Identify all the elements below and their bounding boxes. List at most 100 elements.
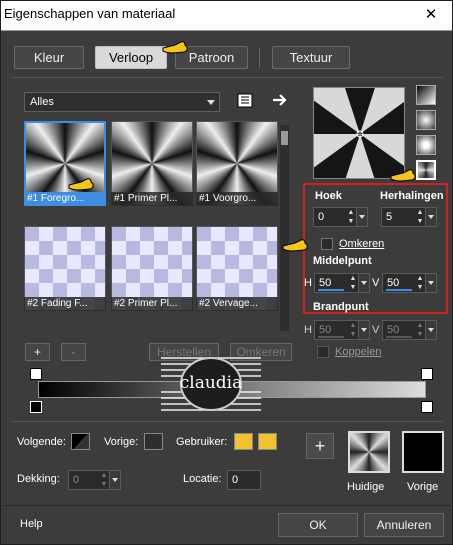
dekking-value: 0 xyxy=(73,474,80,486)
gradient-thumbnail[interactable]: #2 Vervage... xyxy=(196,226,278,311)
bottom-right-stop-marker[interactable] xyxy=(421,401,433,413)
brandpunt-h-value: 50 xyxy=(319,324,332,336)
spinner-arrows-icon[interactable]: ▲ ▼ xyxy=(415,274,425,292)
locatie-label: Locatie: xyxy=(183,473,222,485)
radial-style-button[interactable] xyxy=(416,160,436,180)
divider-middle xyxy=(11,421,443,422)
brandpunt-v-spinner[interactable]: 50 ▲ ▼ xyxy=(382,320,437,340)
middelpunt-v-value: 50 xyxy=(387,277,400,289)
middelpunt-h-value: 50 xyxy=(319,277,332,289)
brandpunt-label: Brandpunt xyxy=(313,301,369,313)
linear-style-button[interactable] xyxy=(416,85,436,105)
vorige-swatch[interactable] xyxy=(144,433,163,450)
gradient-thumbnail[interactable]: #1 Primer Pl... xyxy=(111,121,193,206)
gebruiker-swatch-1[interactable] xyxy=(234,433,253,450)
dekking-label: Dekking: xyxy=(17,473,60,485)
koppelen-label: Koppelen xyxy=(335,346,382,358)
chevron-down-icon[interactable] xyxy=(109,471,120,489)
middelpunt-v-spinner[interactable]: 50 ▲ ▼ xyxy=(382,273,437,293)
gradient-thumbnail-label: #2 Fading F... xyxy=(24,297,106,311)
chevron-down-icon[interactable] xyxy=(425,321,436,339)
herhalingen-spinner[interactable]: 5 ▲ ▼ xyxy=(381,207,437,227)
gradient-thumbnail-label: #2 Primer Pl... xyxy=(111,297,193,311)
locatie-value: 0 xyxy=(232,474,239,486)
material-properties-dialog: Eigenschappen van materiaal ✕ Kleur Verl… xyxy=(0,0,453,545)
brandpunt-h-label: H xyxy=(304,324,312,336)
middelpunt-v-slider-fill xyxy=(386,289,412,291)
volgende-label: Volgende: xyxy=(17,436,66,448)
spinner-arrows-icon[interactable]: ▲ ▼ xyxy=(348,274,358,292)
remove-stop-button[interactable]: - xyxy=(61,343,86,361)
tab-verloop[interactable]: Verloop xyxy=(95,46,167,69)
middelpunt-v-label: V xyxy=(372,277,380,289)
spinner-arrows-icon[interactable]: ▲ ▼ xyxy=(346,208,356,226)
title-bar: Eigenschappen van materiaal ✕ xyxy=(1,1,452,31)
gradient-thumbnail-label: #1 Foregro... xyxy=(24,192,106,206)
tab-textuur[interactable]: Textuur xyxy=(272,46,350,69)
vorige-swatch-label: Vorige xyxy=(407,481,439,493)
chevron-down-icon[interactable] xyxy=(358,321,369,339)
gradient-library-icon[interactable] xyxy=(237,93,253,108)
gradient-thumbnail-label: #2 Vervage... xyxy=(196,297,278,311)
vorige-swatch-large[interactable] xyxy=(402,431,444,473)
middelpunt-h-spinner[interactable]: 50 ▲ ▼ xyxy=(314,273,370,293)
locatie-field[interactable]: 0 xyxy=(227,470,261,490)
hoek-spinner[interactable]: 0 ▲ ▼ xyxy=(313,207,368,227)
huidige-swatch[interactable] xyxy=(348,431,390,473)
chevron-down-icon xyxy=(207,100,215,105)
watermark-text: claudia xyxy=(179,373,243,393)
tab-kleur[interactable]: Kleur xyxy=(14,46,84,69)
top-right-stop-marker[interactable] xyxy=(421,368,433,380)
category-dropdown[interactable]: Alles xyxy=(24,92,220,112)
bottom-left-stop-marker[interactable] xyxy=(30,401,42,413)
window-title: Eigenschappen van materiaal xyxy=(4,6,176,21)
herhalingen-value: 5 xyxy=(386,211,393,223)
chevron-down-icon[interactable] xyxy=(425,208,436,226)
gallery-scrollbar[interactable] xyxy=(280,125,289,331)
brandpunt-h-slider-fill xyxy=(318,336,344,338)
spinner-arrows-icon[interactable]: ▲ ▼ xyxy=(99,471,109,489)
brandpunt-v-label: V xyxy=(372,324,380,336)
chevron-down-icon[interactable] xyxy=(356,208,367,226)
hoek-label: Hoek xyxy=(315,190,342,202)
gradient-thumbnail-label: #1 Voorgro... xyxy=(196,192,278,206)
hoek-value: 0 xyxy=(318,211,325,223)
dekking-spinner[interactable]: 0 ▲ ▼ xyxy=(68,470,121,490)
middelpunt-label: Middelpunt xyxy=(313,255,372,267)
annuleren-button[interactable]: Annuleren xyxy=(364,513,444,537)
help-link[interactable]: Help xyxy=(20,518,43,530)
brandpunt-v-slider-fill xyxy=(386,336,412,338)
chevron-down-icon[interactable] xyxy=(358,274,369,292)
close-icon[interactable]: ✕ xyxy=(416,4,446,26)
middelpunt-h-label: H xyxy=(304,277,312,289)
koppelen-checkbox[interactable] xyxy=(317,346,329,358)
add-stop-button[interactable]: + xyxy=(25,343,50,361)
huidige-label: Huidige xyxy=(347,481,385,493)
gebruiker-label: Gebruiker: xyxy=(176,436,228,448)
omkeren-checkbox[interactable] xyxy=(321,238,333,250)
spinner-arrows-icon[interactable]: ▲ ▼ xyxy=(415,208,425,226)
volgende-swatch[interactable] xyxy=(71,433,90,450)
herhalingen-label: Herhalingen xyxy=(380,190,444,202)
brandpunt-h-spinner[interactable]: 50 ▲ ▼ xyxy=(314,320,370,340)
chevron-down-icon[interactable] xyxy=(425,274,436,292)
gradient-thumbnail[interactable]: #2 Fading F... xyxy=(24,226,106,311)
add-swatch-button[interactable]: + xyxy=(306,433,334,459)
middelpunt-h-slider-fill xyxy=(318,289,344,291)
gradient-thumbnail-label: #1 Primer Pl... xyxy=(111,192,193,206)
brandpunt-v-value: 50 xyxy=(387,324,400,336)
omkeren-label: Omkeren xyxy=(339,238,385,250)
ok-button[interactable]: OK xyxy=(278,513,358,537)
spinner-arrows-icon[interactable]: ▲ ▼ xyxy=(415,321,425,339)
gradient-thumbnail[interactable]: #1 Voorgro... xyxy=(196,121,278,206)
tab-divider xyxy=(259,48,260,68)
gebruiker-swatch-2[interactable] xyxy=(258,433,277,450)
rectangular-style-button[interactable] xyxy=(416,110,436,130)
arrow-right-icon[interactable] xyxy=(272,93,288,107)
watermark-logo: claudia xyxy=(161,354,261,414)
spinner-arrows-icon[interactable]: ▲ ▼ xyxy=(348,321,358,339)
scrollbar-thumb[interactable] xyxy=(281,131,288,145)
gradient-thumbnail[interactable]: #2 Primer Pl... xyxy=(111,226,193,311)
sunburst-style-button[interactable] xyxy=(416,135,436,155)
top-left-stop-marker[interactable] xyxy=(30,368,42,380)
